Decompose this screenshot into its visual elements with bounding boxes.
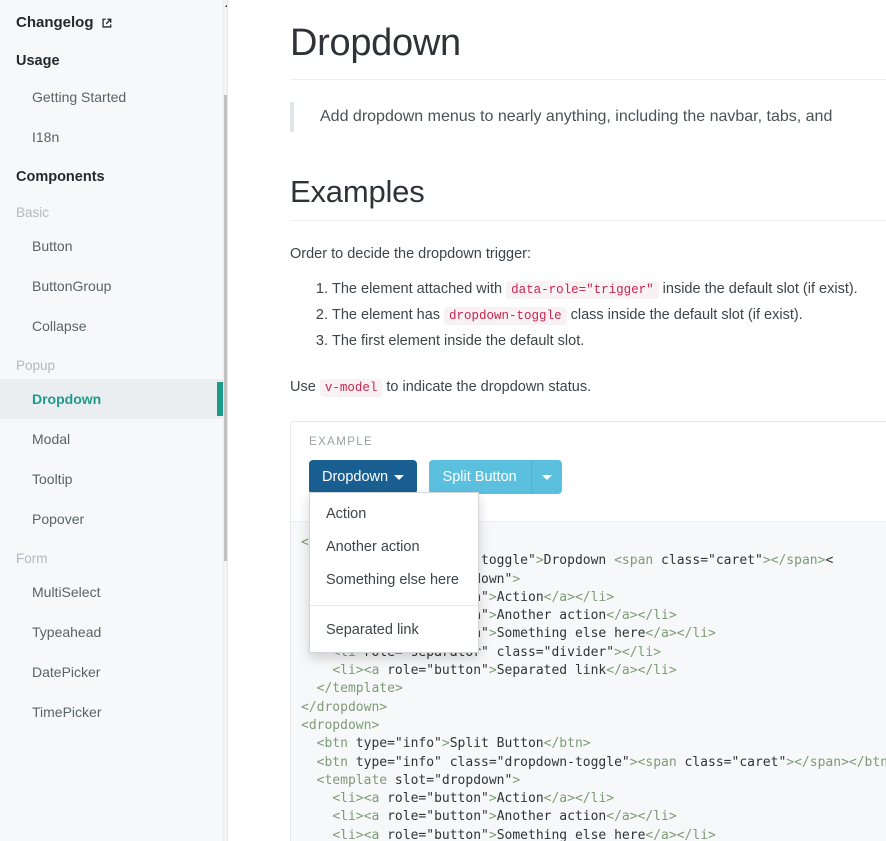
split-button-group: Split Button — [428, 460, 562, 494]
documentation-page: Changelog Usage Getting Started I18n Com… — [0, 0, 886, 841]
rule-post: class inside the default slot (if exist)… — [566, 307, 803, 323]
sidebar-subgroup-form: Form — [16, 551, 48, 566]
rule-code: data-role="trigger" — [506, 281, 659, 299]
note-post: to indicate the dropdown status. — [382, 379, 592, 395]
sidebar-changelog-label: Changelog — [16, 14, 94, 31]
example-demo-area: Dropdown Split Button Action Another act… — [291, 448, 886, 653]
sidebar-item-timepicker[interactable]: TimePicker — [0, 692, 227, 732]
trigger-order-list: The element attached with data-role="tri… — [290, 277, 886, 354]
sidebar-item-collapse[interactable]: Collapse — [0, 306, 227, 346]
page-lead-blockquote: Add dropdown menus to nearly anything, i… — [290, 102, 886, 132]
list-item: The first element inside the default slo… — [332, 329, 886, 354]
split-button[interactable]: Split Button — [428, 460, 532, 494]
section-title-examples: Examples — [290, 174, 886, 221]
dropdown-menu-item-another-action[interactable]: Another action — [310, 531, 478, 564]
sidebar-item-modal[interactable]: Modal — [0, 419, 227, 459]
sidebar-group-usage: Usage — [16, 53, 60, 69]
trigger-order-intro: Order to decide the dropdown trigger: — [290, 246, 531, 262]
rule-pre: The first element inside the default slo… — [332, 333, 585, 349]
page-title: Dropdown — [290, 22, 886, 80]
sidebar-navigation: Changelog Usage Getting Started I18n Com… — [0, 0, 228, 841]
external-link-icon — [100, 17, 113, 30]
rule-post: inside the default slot (if exist). — [658, 281, 858, 297]
sidebar-item-typeahead[interactable]: Typeahead — [0, 612, 227, 652]
example-panel: EXAMPLE Dropdown Split Button Action Ano… — [290, 421, 886, 841]
sidebar-item-dropdown[interactable]: Dropdown — [0, 379, 227, 419]
caret-down-icon — [394, 474, 405, 480]
list-item: The element attached with data-role="tri… — [332, 277, 886, 303]
sidebar-item-button[interactable]: Button — [0, 226, 227, 266]
list-item: The element has dropdown-toggle class in… — [332, 303, 886, 329]
dropdown-menu-item-action[interactable]: Action — [310, 498, 478, 531]
sidebar-content: Changelog Usage Getting Started I18n Com… — [0, 0, 227, 732]
sidebar-item-datepicker[interactable]: DatePicker — [0, 652, 227, 692]
rule-code: dropdown-toggle — [444, 307, 567, 325]
sidebar-item-changelog[interactable]: Changelog — [0, 0, 227, 41]
main-content: Dropdown Add dropdown menus to nearly an… — [228, 0, 886, 841]
caret-down-icon — [541, 474, 552, 480]
sidebar-subgroup-popup: Popup — [16, 358, 56, 373]
rule-pre: The element attached with — [332, 281, 507, 297]
sidebar-item-multiselect[interactable]: MultiSelect — [0, 572, 227, 612]
dropdown-button-label: Dropdown — [322, 469, 389, 485]
sidebar-group-components: Components — [16, 169, 105, 185]
example-label: EXAMPLE — [309, 436, 374, 448]
note-pre: Use — [290, 379, 320, 395]
dropdown-menu-divider — [310, 605, 478, 606]
sidebar-item-getting-started[interactable]: Getting Started — [0, 77, 227, 117]
dropdown-menu-item-separated-link[interactable]: Separated link — [310, 614, 478, 647]
dropdown-button[interactable]: Dropdown — [309, 460, 418, 494]
note-code: v-model — [319, 379, 383, 397]
sidebar-item-buttongroup[interactable]: ButtonGroup — [0, 266, 227, 306]
sidebar-item-popover[interactable]: Popover — [0, 499, 227, 539]
split-button-toggle[interactable] — [531, 460, 562, 494]
rule-pre: The element has — [332, 307, 445, 323]
sidebar-item-i18n[interactable]: I18n — [0, 117, 227, 157]
content-column: Dropdown Add dropdown menus to nearly an… — [228, 0, 886, 841]
sidebar-item-tooltip[interactable]: Tooltip — [0, 459, 227, 499]
sidebar-subgroup-basic: Basic — [16, 205, 50, 220]
v-model-note: Use v-model to indicate the dropdown sta… — [290, 376, 886, 399]
dropdown-menu: Action Another action Something else her… — [309, 492, 479, 653]
dropdown-menu-item-something-else-here[interactable]: Something else here — [310, 564, 478, 597]
